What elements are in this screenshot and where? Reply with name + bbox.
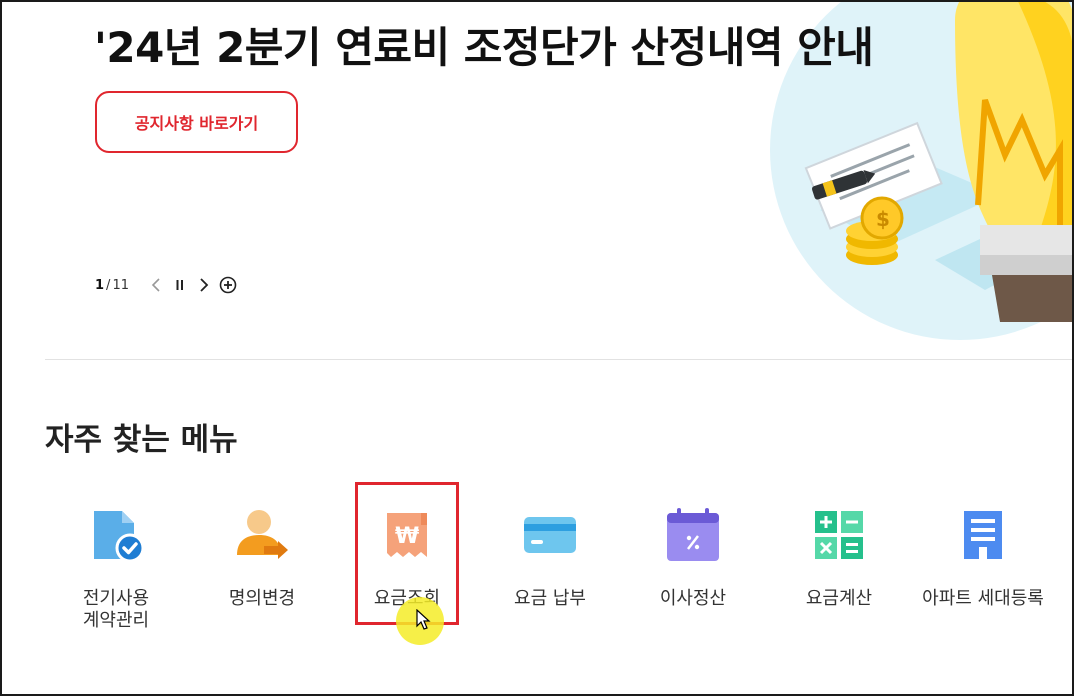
contract-document-check-icon: [86, 505, 146, 565]
menu-label: 이사정산: [659, 588, 727, 609]
menu-label: 요금 납부: [514, 588, 586, 609]
menu-bill-calculation[interactable]: 요금계산: [766, 505, 912, 610]
menu-move-settlement[interactable]: 이사정산: [620, 505, 766, 610]
prev-slide-icon[interactable]: [147, 276, 165, 294]
favorites-title: 자주 찾는 메뉴: [45, 422, 238, 458]
view-all-plus-icon[interactable]: [219, 276, 237, 294]
menu-label: 명의변경: [228, 588, 296, 609]
menu-apartment-registration[interactable]: 아파트 세대등록: [910, 505, 1056, 610]
menu-label: 전기사용 계약관리: [82, 588, 150, 631]
apartment-building-icon: [953, 505, 1013, 565]
calendar-percent-icon: [663, 505, 723, 565]
pager-separator: /: [106, 277, 111, 293]
svg-text:$: $: [876, 207, 890, 231]
pause-icon[interactable]: [171, 276, 189, 294]
banner-pager: 1 / 11: [95, 276, 237, 294]
menu-bill-payment[interactable]: 요금 납부: [477, 505, 623, 610]
next-slide-icon[interactable]: [195, 276, 213, 294]
menu-label: 아파트 세대등록: [922, 588, 1044, 609]
calculator-icon: [809, 505, 869, 565]
banner-title: '24년 2분기 연료비 조정단가 산정내역 안내: [94, 23, 874, 72]
section-divider: [45, 359, 1074, 360]
mouse-pointer-icon: [416, 609, 431, 630]
notice-shortcut-button[interactable]: 공지사항 바로가기: [95, 91, 298, 153]
menu-name-change[interactable]: 명의변경: [189, 505, 335, 610]
menu-label: 요금계산: [805, 588, 873, 609]
user-transfer-icon: [232, 505, 292, 565]
pager-current: 1: [95, 277, 105, 293]
credit-card-icon: [520, 505, 580, 565]
pager-total: 11: [112, 277, 129, 293]
menu-contract-management[interactable]: 전기사용 계약관리: [43, 505, 189, 632]
